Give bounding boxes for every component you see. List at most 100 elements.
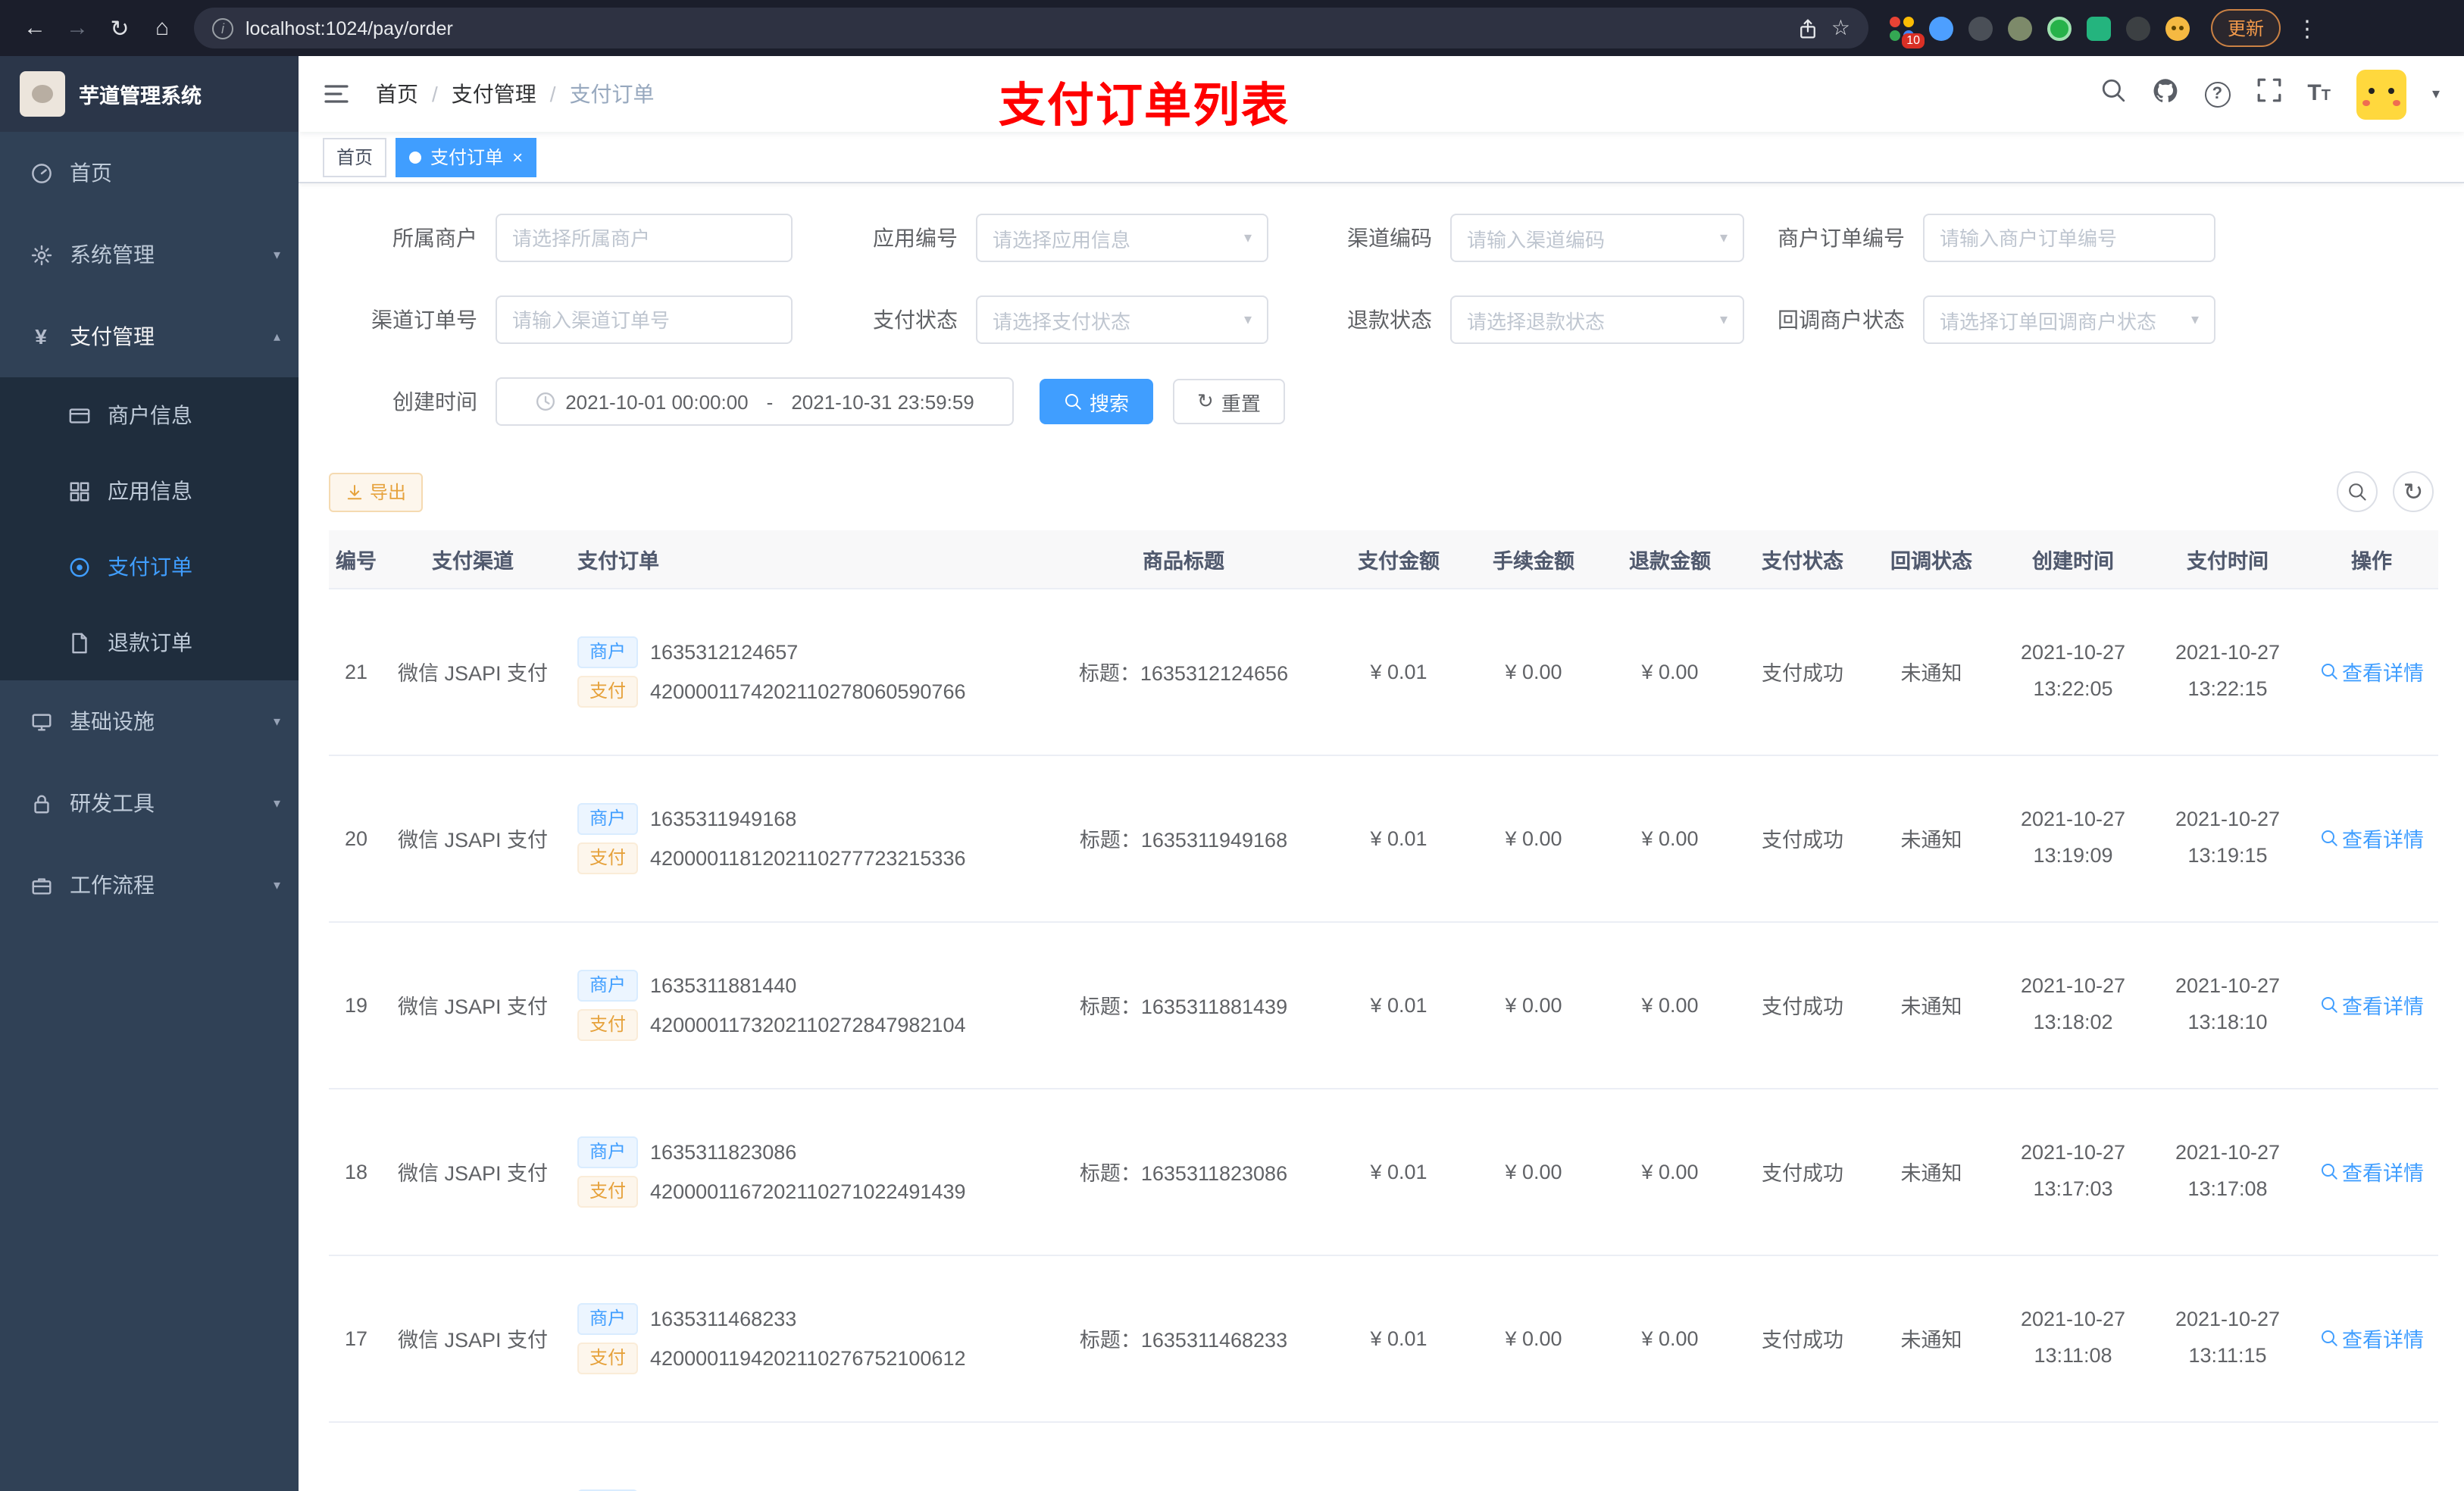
gear-icon xyxy=(29,243,53,266)
sidebar-item-refund-order[interactable]: 退款订单 xyxy=(0,605,299,680)
sidebar-item-workflow[interactable]: 工作流程 ▾ xyxy=(0,844,299,926)
refresh-icon: ↻ xyxy=(1197,389,1214,412)
sidebar-item-label: 商户信息 xyxy=(108,403,192,427)
extension-grey-icon[interactable] xyxy=(1968,16,1993,40)
sidebar-item-merchant-info[interactable]: 商户信息 xyxy=(0,377,299,453)
notify-status-select[interactable]: 请选择订单回调商户状态 ▾ xyxy=(1923,295,2215,344)
pay-status-select[interactable]: 请选择支付状态 ▾ xyxy=(976,295,1268,344)
cell-pay-order: 商户 1635311949168 支付 4200001181202110277723… xyxy=(562,755,1035,922)
font-size-icon[interactable]: TT xyxy=(2307,80,2331,108)
extension-chat-icon[interactable] xyxy=(2087,16,2111,40)
site-info-icon[interactable]: i xyxy=(212,17,233,39)
hamburger-icon[interactable] xyxy=(323,82,350,106)
pay-tag: 支付 xyxy=(577,675,639,707)
sidebar-item-label: 支付管理 xyxy=(70,324,155,349)
sidebar-item-home[interactable]: 首页 xyxy=(0,132,299,214)
cell-notify: 未通知 xyxy=(1867,588,1996,755)
cell-fee: ¥ 0.00 xyxy=(1465,1088,1602,1255)
export-button[interactable]: 导出 xyxy=(329,472,424,511)
view-detail-link[interactable]: 查看详情 xyxy=(2319,1156,2424,1186)
extension-olive-icon[interactable] xyxy=(2008,16,2032,40)
bookmark-star-icon[interactable]: ☆ xyxy=(1831,15,1850,41)
table-header-row: 编号 支付渠道 支付订单 商品标题 支付金额 手续金额 退款金额 支付状态 回调… xyxy=(329,530,2438,589)
extension-face-icon[interactable] xyxy=(2165,16,2190,40)
cell-amount: ¥ 0.01 xyxy=(1332,1255,1465,1422)
create-time-range-picker[interactable]: 2021-10-01 00:00:00 - 2021-10-31 23:59:5… xyxy=(496,377,1014,426)
show-search-icon[interactable] xyxy=(2337,471,2378,512)
merchant-select-input[interactable] xyxy=(496,214,793,262)
dashboard-icon xyxy=(29,161,53,184)
update-button[interactable]: 更新 xyxy=(2211,9,2281,47)
extension-blue-icon[interactable] xyxy=(1929,16,1953,40)
back-icon[interactable]: ← xyxy=(15,8,55,48)
fullscreen-icon[interactable] xyxy=(2256,77,2281,111)
reload-icon[interactable]: ↻ xyxy=(100,8,139,48)
cell-pay-order: 商户1635311157736 xyxy=(562,1421,1035,1491)
user-avatar[interactable] xyxy=(2356,69,2406,119)
cell-create-time: 2021-10-27 13:22:05 xyxy=(1996,588,2150,755)
caret-down-icon[interactable]: ▾ xyxy=(2432,86,2440,102)
address-bar[interactable]: i localhost:1024/pay/order ☆ xyxy=(194,8,1868,48)
cell-actions: 查看详情 xyxy=(2305,1088,2438,1255)
cell-pay-order: 商户 1635311823086 支付 4200001167202110271022… xyxy=(562,1088,1035,1255)
cell-amount: ¥ 0.01 xyxy=(1332,588,1465,755)
pay-order-no: 4200001181202110277723215336 xyxy=(650,846,966,869)
view-detail-link[interactable]: 查看详情 xyxy=(2319,989,2424,1020)
filter-label: 渠道订单号 xyxy=(371,308,477,332)
merchant-order-no-input[interactable] xyxy=(1923,214,2215,262)
extensions-icon[interactable]: 10 xyxy=(1890,16,1925,48)
screen: ← → ↻ ⌂ i localhost:1024/pay/order ☆ 10 … xyxy=(0,0,2464,1491)
app-logo: 芋道管理系统 xyxy=(0,56,299,132)
search-icon[interactable] xyxy=(2100,77,2125,111)
share-icon[interactable] xyxy=(1798,17,1819,39)
extension-badge: 10 xyxy=(1902,33,1925,48)
reset-button[interactable]: ↻ 重置 xyxy=(1173,379,1285,424)
col-create-time: 创建时间 xyxy=(1996,530,2150,589)
breadcrumb-payment[interactable]: 支付管理 xyxy=(452,79,536,109)
merchant-order-no: 1635311823086 xyxy=(650,1140,797,1163)
extension-green-icon[interactable] xyxy=(2047,16,2072,40)
sidebar-item-system[interactable]: 系统管理 ▾ xyxy=(0,214,299,295)
channel-order-no-input[interactable] xyxy=(496,295,793,344)
forward-icon[interactable]: → xyxy=(58,8,97,48)
tab-pay-order[interactable]: 支付订单 × xyxy=(396,137,537,177)
cell-title: 标题：1635311823086 xyxy=(1035,1088,1332,1255)
cell-amount: ¥ 0.01 xyxy=(1332,1088,1465,1255)
sidebar-item-payment[interactable]: ¥ 支付管理 ▴ xyxy=(0,295,299,377)
channel-code-select[interactable]: 请输入渠道编码 ▾ xyxy=(1450,214,1744,262)
search-button-label: 搜索 xyxy=(1090,392,1130,414)
filter-label: 回调商户状态 xyxy=(1778,308,1905,332)
filter-label: 支付状态 xyxy=(873,308,958,332)
view-detail-link[interactable]: 查看详情 xyxy=(2319,1323,2424,1353)
date-separator: - xyxy=(766,390,774,413)
refresh-table-icon[interactable]: ↻ xyxy=(2393,471,2434,512)
tab-label: 首页 xyxy=(336,147,374,168)
refund-status-select[interactable]: 请选择退款状态 ▾ xyxy=(1450,295,1744,344)
sidebar-item-infrastructure[interactable]: 基础设施 ▾ xyxy=(0,680,299,762)
page-content: 所属商户 应用编号 请选择应用信息 ▾ 渠道编码 请输入渠道编码 ▾ 商户订单编… xyxy=(299,183,2464,1491)
help-icon[interactable]: ? xyxy=(2204,81,2231,107)
export-button-label: 导出 xyxy=(370,482,407,503)
cell-pay-order: 商户 1635311468233 支付 4200001194202110276752… xyxy=(562,1255,1035,1422)
close-icon[interactable]: × xyxy=(512,146,523,167)
view-detail-link[interactable]: 查看详情 xyxy=(2319,656,2424,686)
pay-order-no: 4200001174202110278060590766 xyxy=(650,680,966,702)
cell-channel: 微信 JSAPI 支付 xyxy=(383,1255,562,1422)
tab-home[interactable]: 首页 xyxy=(323,137,387,177)
browser-menu-icon[interactable]: ⋮ xyxy=(2296,14,2319,42)
sidebar-item-dev-tools[interactable]: 研发工具 ▾ xyxy=(0,762,299,844)
breadcrumb-home[interactable]: 首页 xyxy=(376,79,418,109)
search-button[interactable]: 搜索 xyxy=(1040,379,1154,424)
chevron-down-icon: ▾ xyxy=(2190,311,2199,328)
sidebar-item-pay-order[interactable]: 支付订单 xyxy=(0,529,299,605)
cell-fee: ¥ 0.00 xyxy=(1465,921,1602,1089)
app-id-select[interactable]: 请选择应用信息 ▾ xyxy=(976,214,1268,262)
view-detail-link[interactable]: 查看详情 xyxy=(2319,823,2424,853)
home-icon[interactable]: ⌂ xyxy=(142,8,182,48)
github-icon[interactable] xyxy=(2151,77,2178,111)
clock-icon xyxy=(536,392,555,411)
sidebar-item-app-info[interactable]: 应用信息 xyxy=(0,453,299,529)
pay-order-no: 4200001173202110272847982104 xyxy=(650,1013,966,1036)
monitor-icon xyxy=(29,710,53,733)
extension-pin-icon[interactable] xyxy=(2126,16,2150,40)
